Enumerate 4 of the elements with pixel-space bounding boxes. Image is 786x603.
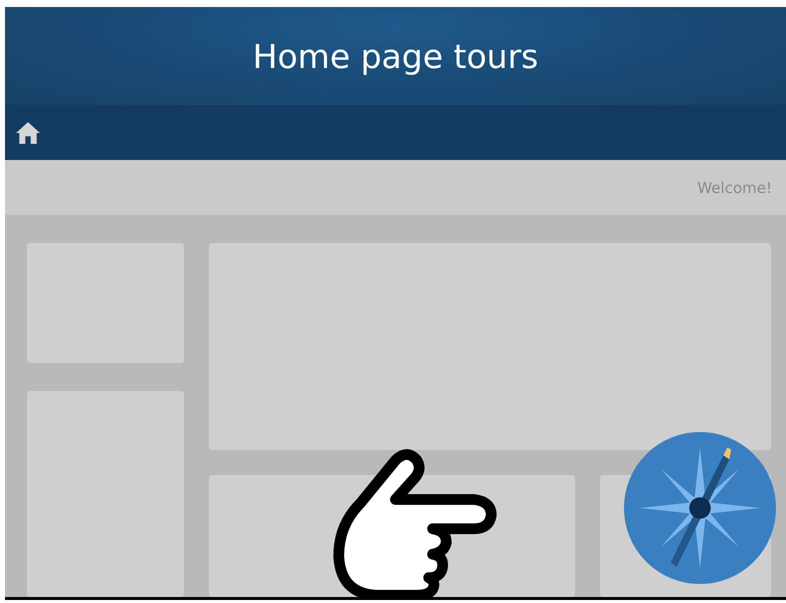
compass-icon[interactable] — [622, 430, 778, 586]
page-title: Home page tours — [252, 36, 538, 76]
welcome-text: Welcome! — [697, 178, 772, 196]
home-icon[interactable] — [15, 120, 41, 144]
